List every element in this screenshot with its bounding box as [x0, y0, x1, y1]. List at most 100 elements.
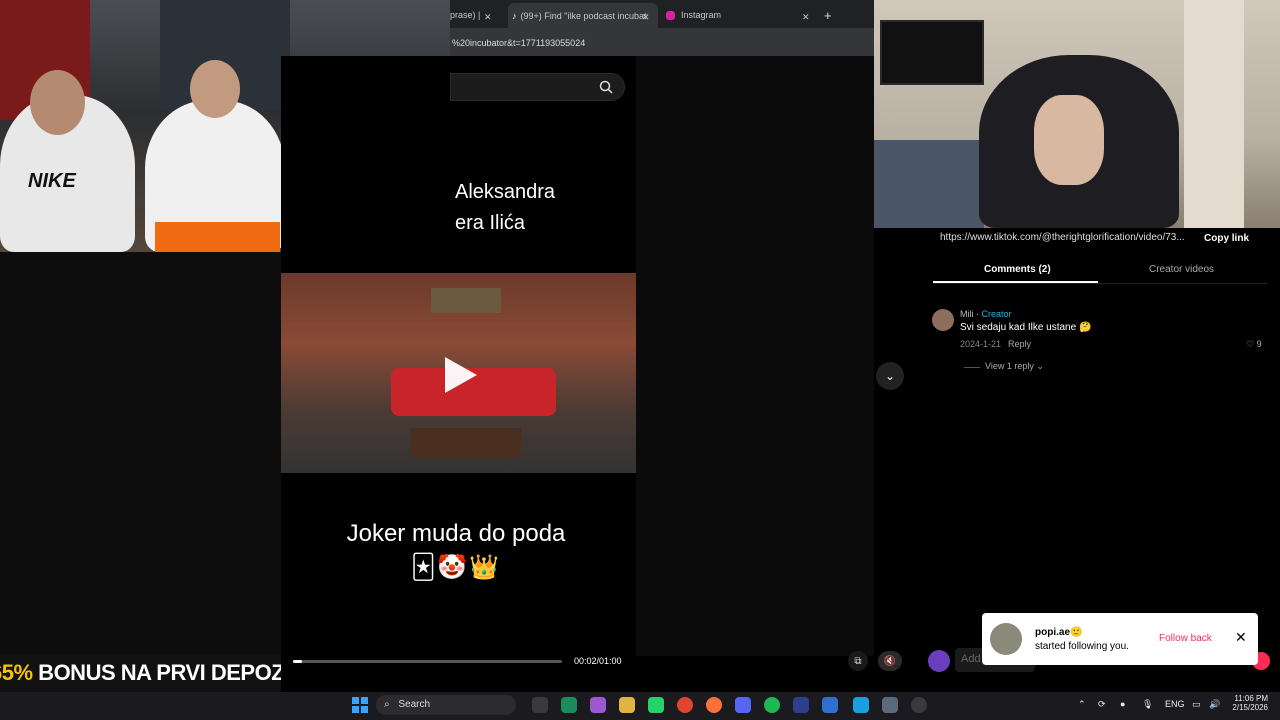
network-icon[interactable]: ▭: [1192, 699, 1201, 710]
progress-fill: [293, 660, 302, 663]
tv: [880, 20, 984, 85]
instagram-icon: [666, 10, 675, 20]
notification-message: started following you.: [1035, 641, 1129, 652]
taskbar-search-label: Search: [398, 699, 431, 710]
close-icon[interactable]: ✕: [484, 7, 492, 27]
volume-icon[interactable]: 🔊: [1209, 699, 1220, 710]
taskbar: [0, 692, 1280, 720]
comment-header: Mili · Creator: [960, 309, 1012, 319]
tab-label: Instagram: [681, 10, 722, 20]
couch: [874, 140, 984, 228]
video-progress-bar[interactable]: [293, 660, 562, 663]
wall-map: [431, 288, 501, 313]
creator-badge: Creator: [981, 309, 1012, 319]
settings-icon[interactable]: [882, 697, 898, 713]
notepad-icon[interactable]: [822, 697, 838, 713]
chrome-icon[interactable]: [677, 697, 693, 713]
tab-creator-videos[interactable]: Creator videos: [1149, 264, 1214, 275]
orange-pants: [155, 222, 280, 252]
file-explorer-icon[interactable]: [619, 697, 635, 713]
square: [361, 697, 368, 704]
tab-label: prase) |: [450, 10, 481, 20]
reply-button[interactable]: Reply: [1008, 339, 1031, 349]
copy-link-button[interactable]: Copy link: [1204, 233, 1249, 244]
video-title-line2: era Ilića: [455, 212, 526, 234]
avatar: [928, 650, 950, 672]
video-title-line1: Aleksandra: [455, 181, 556, 203]
avatar[interactable]: [932, 309, 954, 331]
like-button[interactable]: ♡ 9: [1246, 339, 1262, 350]
new-tab-button[interactable]: +: [824, 5, 832, 25]
task-view-icon[interactable]: [532, 697, 548, 713]
copilot-icon[interactable]: [590, 697, 606, 713]
tab-instagram[interactable]: Instagram: [666, 5, 806, 25]
caption-emojis: 🃏🤡👑: [410, 554, 502, 581]
app-tray-icon[interactable]: ●: [1120, 699, 1125, 709]
avatar: [990, 623, 1022, 655]
comment-text: Svi sedaju kad Ilke ustane 🤔: [960, 322, 1092, 333]
separator: ·: [973, 309, 982, 319]
webcam-right: [874, 0, 1280, 228]
edge-icon[interactable]: [561, 697, 577, 713]
discord-icon[interactable]: [735, 697, 751, 713]
chevron-down-icon[interactable]: ⌄: [876, 362, 904, 390]
person-face: [1034, 95, 1104, 185]
follow-notification: popi.ae🙂 started following you. Follow b…: [982, 613, 1258, 665]
close-icon[interactable]: ✕: [802, 7, 810, 27]
follow-back-button[interactable]: Follow back: [1159, 633, 1212, 644]
clock[interactable]: 11:06 PM 2/15/2026: [1226, 694, 1268, 712]
whatsapp-icon[interactable]: [648, 697, 664, 713]
square: [352, 697, 359, 704]
browser-tab-bar: prase) | ✕ ♪ (99+) Find "ilke podcast in…: [450, 0, 874, 28]
tab-comments[interactable]: Comments (2): [984, 264, 1051, 275]
video-thumbnail[interactable]: [281, 273, 636, 473]
side-empty-area: [636, 56, 874, 656]
mute-icon[interactable]: 🔇: [878, 651, 902, 671]
video-time: 00:02/01:00: [574, 656, 622, 666]
banner-highlight: 365%: [0, 660, 33, 685]
language-indicator[interactable]: ENG: [1165, 699, 1185, 709]
notification-user: popi.ae🙂: [1035, 627, 1083, 638]
divider: [964, 367, 980, 368]
taskbar-search[interactable]: ⌕ Search: [376, 695, 516, 715]
left-empty-area: [0, 252, 281, 654]
tab-label: (99+) Find "ilke podcast incubat: [520, 10, 647, 21]
curtain: [1184, 0, 1244, 228]
person-2-head: [190, 60, 240, 118]
play-icon[interactable]: [443, 355, 479, 395]
tiktok-icon: ♪: [512, 10, 517, 21]
heart-icon: ♡: [1246, 339, 1255, 349]
chevron-up-icon[interactable]: ⌃: [1078, 699, 1086, 710]
chevron-down-icon: ⌄: [1036, 361, 1044, 371]
telegram-icon[interactable]: [853, 697, 869, 713]
search-icon: ⌕: [384, 699, 390, 710]
square: [361, 706, 368, 713]
clock-time: 11:06 PM: [1234, 694, 1268, 703]
close-icon[interactable]: ✕: [642, 7, 650, 27]
obs-icon[interactable]: [911, 697, 927, 713]
search-icon[interactable]: [599, 80, 613, 94]
banner-text: BONUS NA PRVI DEPOZIT: [32, 660, 303, 685]
sync-icon[interactable]: ⟳: [1098, 699, 1106, 710]
promo-banner: 365% BONUS NA PRVI DEPOZIT: [0, 654, 303, 692]
logo: NIKE: [28, 170, 76, 192]
tab-tiktok-search[interactable]: ♪ (99+) Find "ilke podcast incubat: [508, 3, 658, 28]
spotify-icon[interactable]: [764, 697, 780, 713]
microphone-icon[interactable]: 🎙: [1142, 699, 1153, 710]
video-caption: Joker muda do poda: [346, 520, 566, 547]
comment-user[interactable]: Mili: [960, 309, 974, 319]
close-icon[interactable]: ✕: [1235, 629, 1247, 646]
search-input[interactable]: [450, 73, 625, 101]
comment-date: 2024-1-21: [960, 339, 1002, 349]
video-link: https://www.tiktok.com/@therightglorific…: [940, 232, 1185, 243]
address-bar[interactable]: %20incubator&t=1771193055024: [450, 28, 874, 56]
view-replies-label: View 1 reply: [985, 361, 1034, 371]
firefox-icon[interactable]: [706, 697, 722, 713]
square: [352, 706, 359, 713]
person-1-head: [30, 70, 85, 135]
pip-icon[interactable]: ⧉: [848, 651, 868, 671]
clock-date: 2/15/2026: [1232, 703, 1268, 712]
view-replies-button[interactable]: View 1 reply ⌄: [985, 361, 1044, 372]
app-icon[interactable]: [793, 697, 809, 713]
windows-start-icon[interactable]: [352, 697, 368, 713]
